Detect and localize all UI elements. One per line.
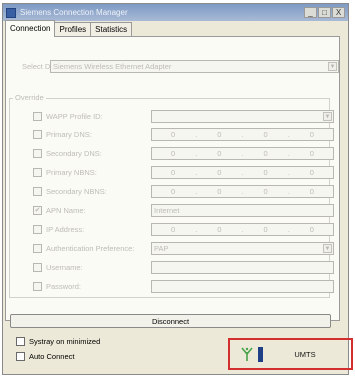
octet: 0 xyxy=(217,187,222,196)
wapp-label: WAPP Profile ID: xyxy=(46,112,103,121)
apn-value: Internet xyxy=(154,206,180,215)
tab-statistics[interactable]: Statistics xyxy=(90,22,133,37)
secondary-dns-label: Secondary DNS: xyxy=(46,149,102,158)
tab-strip: Connection Profiles Statistics xyxy=(5,20,133,37)
signal-antenna-icon xyxy=(241,347,253,361)
wapp-row: WAPP Profile ID: ▼ xyxy=(33,110,334,123)
auth-checkbox[interactable] xyxy=(33,244,42,253)
network-type-label: UMTS xyxy=(294,349,316,359)
octet: 0 xyxy=(309,149,314,158)
tab-connection[interactable]: Connection xyxy=(5,20,56,37)
password-row: Password: xyxy=(33,280,334,293)
octet: 0 xyxy=(217,168,222,177)
octet: 0 xyxy=(171,168,176,177)
ip-field[interactable]: 0. 0. 0. 0 xyxy=(151,223,334,236)
username-field[interactable] xyxy=(151,261,334,274)
status-highlight: UMTS xyxy=(228,338,353,370)
window-controls: _ □ X xyxy=(304,7,345,18)
chevron-down-icon: ▼ xyxy=(323,112,332,121)
maximize-button[interactable]: □ xyxy=(318,7,331,18)
octet: 0 xyxy=(217,225,222,234)
primary-dns-field[interactable]: 0. 0. 0. 0 xyxy=(151,128,334,141)
octet: 0 xyxy=(171,149,176,158)
secondary-dns-row: Secondary DNS: 0. 0. 0. 0 xyxy=(33,147,334,160)
primary-nbns-field[interactable]: 0. 0. 0. 0 xyxy=(151,166,334,179)
apn-row: ✔ APN Name: Internet xyxy=(33,204,334,217)
close-button[interactable]: X xyxy=(332,7,345,18)
autoconnect-checkbox[interactable] xyxy=(16,352,25,361)
primary-nbns-checkbox[interactable] xyxy=(33,168,42,177)
ip-label: IP Address: xyxy=(46,225,85,234)
password-label: Password: xyxy=(46,282,82,291)
secondary-nbns-row: Secondary NBNS: 0. 0. 0. 0 xyxy=(33,185,334,198)
octet: 0 xyxy=(309,225,314,234)
override-legend: Override xyxy=(13,93,46,102)
secondary-nbns-checkbox[interactable] xyxy=(33,187,42,196)
octet: 0 xyxy=(217,149,222,158)
device-select[interactable]: Siemens Wireless Ethernet Adapter ▼ xyxy=(50,60,339,73)
octet: 0 xyxy=(263,225,268,234)
octet: 0 xyxy=(309,187,314,196)
device-select-value: Siemens Wireless Ethernet Adapter xyxy=(53,62,172,71)
autoconnect-row: Auto Connect xyxy=(16,352,74,361)
minimize-button[interactable]: _ xyxy=(304,7,317,18)
username-label: Username: xyxy=(46,263,83,272)
ip-checkbox[interactable] xyxy=(33,225,42,234)
auth-label: Authentication Preference: xyxy=(46,244,135,253)
octet: 0 xyxy=(263,130,268,139)
username-checkbox[interactable] xyxy=(33,263,42,272)
tab-profiles[interactable]: Profiles xyxy=(54,22,92,37)
apn-label: APN Name: xyxy=(46,206,86,215)
systray-label: Systray on minimized xyxy=(29,337,101,346)
octet: 0 xyxy=(171,225,176,234)
autoconnect-label: Auto Connect xyxy=(29,352,75,361)
title-bar: Siemens Connection Manager _ □ X xyxy=(3,4,348,21)
apn-checkbox[interactable]: ✔ xyxy=(33,206,42,215)
app-icon xyxy=(6,7,16,18)
auth-value: PAP xyxy=(154,244,169,253)
octet: 0 xyxy=(263,149,268,158)
octet: 0 xyxy=(263,187,268,196)
secondary-nbns-label: Secondary NBNS: xyxy=(46,187,107,196)
wapp-checkbox[interactable] xyxy=(33,112,42,121)
secondary-dns-checkbox[interactable] xyxy=(33,149,42,158)
secondary-nbns-field[interactable]: 0. 0. 0. 0 xyxy=(151,185,334,198)
disconnect-button[interactable]: Disconnect xyxy=(10,314,331,328)
device-row: Select Device: Siemens Wireless Ethernet… xyxy=(22,60,339,73)
secondary-dns-field[interactable]: 0. 0. 0. 0 xyxy=(151,147,334,160)
octet: 0 xyxy=(171,130,176,139)
primary-nbns-row: Primary NBNS: 0. 0. 0. 0 xyxy=(33,166,334,179)
octet: 0 xyxy=(309,130,314,139)
password-checkbox[interactable] xyxy=(33,282,42,291)
ip-row: IP Address: 0. 0. 0. 0 xyxy=(33,223,334,236)
auth-row: Authentication Preference: PAP ▼ xyxy=(33,242,334,255)
primary-dns-row: Primary DNS: 0. 0. 0. 0 xyxy=(33,128,334,141)
octet: 0 xyxy=(263,168,268,177)
username-row: Username: xyxy=(33,261,334,274)
octet: 0 xyxy=(309,168,314,177)
status-area: UMTS xyxy=(234,344,347,364)
window-title: Siemens Connection Manager xyxy=(20,8,128,17)
systray-row: Systray on minimized xyxy=(16,337,100,346)
wapp-select[interactable]: ▼ xyxy=(151,110,334,123)
octet: 0 xyxy=(171,187,176,196)
auth-select[interactable]: PAP ▼ xyxy=(151,242,334,255)
primary-dns-checkbox[interactable] xyxy=(33,130,42,139)
password-field[interactable] xyxy=(151,280,334,293)
chevron-down-icon: ▼ xyxy=(323,244,332,253)
apn-field[interactable]: Internet xyxy=(151,204,334,217)
chevron-down-icon: ▼ xyxy=(328,62,337,71)
primary-dns-label: Primary DNS: xyxy=(46,130,92,139)
systray-checkbox[interactable] xyxy=(16,337,25,346)
primary-nbns-label: Primary NBNS: xyxy=(46,168,97,177)
octet: 0 xyxy=(217,130,222,139)
device-label: Select Device: xyxy=(22,62,70,71)
